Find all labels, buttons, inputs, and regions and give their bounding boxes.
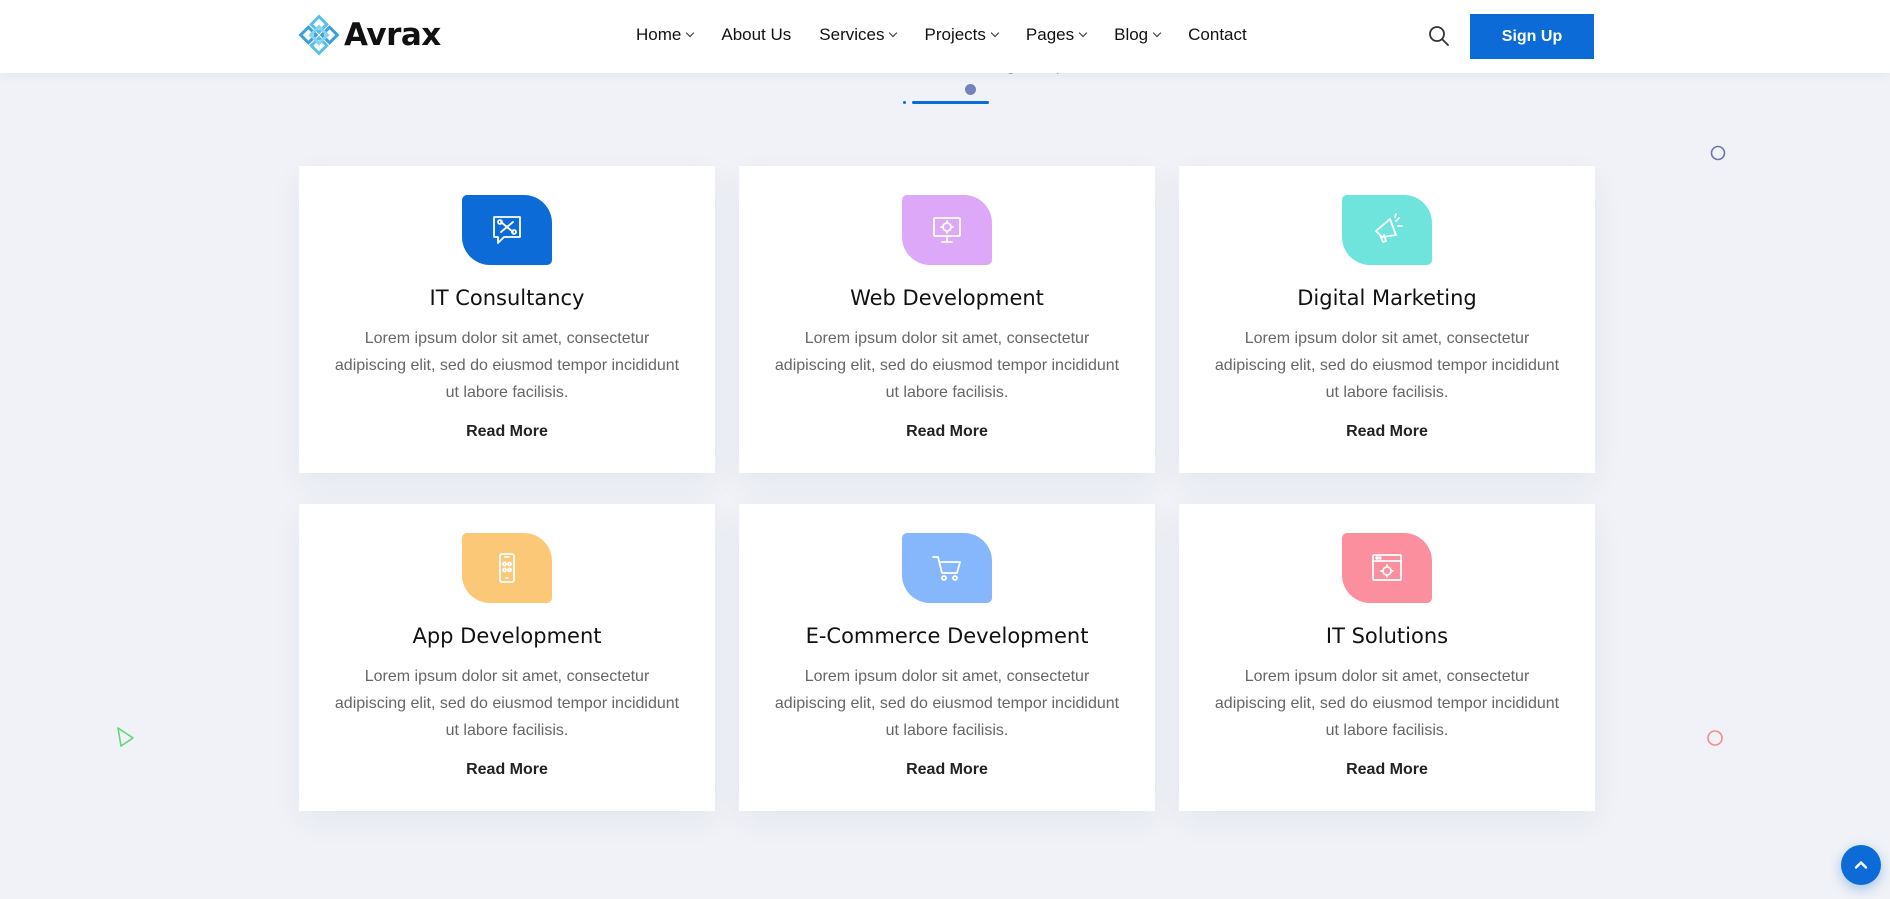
shopping-cart-icon: [932, 556, 961, 581]
browser-gear-icon: [1372, 554, 1402, 581]
nav-item-services[interactable]: Services: [819, 25, 898, 45]
circle-outline-icon: [1710, 145, 1726, 161]
card-icon-box: [902, 195, 992, 265]
monitor-gear-icon: [933, 217, 961, 243]
read-more-link[interactable]: Read More: [299, 761, 715, 779]
chevron-down-icon: [889, 28, 898, 38]
circle-outline-icon: [1707, 730, 1723, 746]
card-description: Lorem ipsum dolor sit amet, consectetur …: [334, 668, 680, 739]
nav-item-label: Projects: [924, 25, 986, 44]
card-description: Lorem ipsum dolor sit amet, consectetur …: [1214, 330, 1560, 401]
card-title: Web Development: [850, 286, 1044, 310]
card-description: Lorem ipsum dolor sit amet, consectetur …: [774, 668, 1120, 739]
card-title: Digital Marketing: [1297, 286, 1477, 310]
card-title: IT Consultancy: [429, 286, 585, 310]
read-more-link[interactable]: Read More: [299, 423, 715, 441]
divider-dot: [965, 84, 976, 95]
card-icon-box: [902, 533, 992, 603]
card-icon-box: [462, 195, 552, 265]
tools-chat-icon: [493, 216, 521, 244]
card-icon-box: [462, 533, 552, 603]
diamond-knot-icon: [298, 14, 340, 56]
chevron-down-icon: [1152, 28, 1162, 38]
back-to-top-button[interactable]: [1841, 845, 1881, 885]
service-card-digital-marketing[interactable]: Digital Marketing Lorem ipsum dolor sit …: [1179, 166, 1595, 473]
nav-item-label: Services: [819, 25, 885, 44]
chevron-down-icon: [686, 28, 695, 38]
read-more-link[interactable]: Read More: [1179, 423, 1595, 441]
site-header: Avrax Home About Us Services Projects Pa…: [0, 0, 1890, 73]
nav-item-label: About Us: [721, 25, 792, 44]
nav-item-about-us[interactable]: About Us: [721, 25, 791, 45]
card-title: IT Solutions: [1325, 624, 1449, 648]
sign-up-button[interactable]: Sign Up: [1470, 14, 1594, 59]
read-more-link[interactable]: Read More: [739, 761, 1155, 779]
read-more-link[interactable]: Read More: [739, 423, 1155, 441]
card-icon-box: [1342, 533, 1432, 603]
nav-item-projects[interactable]: Projects: [924, 25, 1000, 45]
chevron-down-icon: [990, 28, 1000, 38]
section-divider: [903, 101, 989, 104]
card-description: Lorem ipsum dolor sit amet, consectetur …: [774, 330, 1120, 401]
card-description: Lorem ipsum dolor sit amet, consectetur …: [334, 330, 680, 401]
service-card-it-solutions[interactable]: IT Solutions Lorem ipsum dolor sit amet,…: [1179, 504, 1595, 811]
nav-item-home[interactable]: Home: [636, 25, 695, 45]
megaphone-icon: [1375, 213, 1403, 243]
service-card-e-commerce-development[interactable]: E-Commerce Development Lorem ipsum dolor…: [739, 504, 1155, 811]
nav-item-label: Contact: [1188, 25, 1247, 44]
divider-dot-small: [903, 101, 906, 104]
smartphone-icon: [499, 553, 515, 583]
brand-name: Avrax: [344, 17, 441, 53]
service-card-it-consultancy[interactable]: IT Consultancy Lorem ipsum dolor sit ame…: [299, 166, 715, 473]
nav-item-label: Blog: [1114, 25, 1149, 44]
card-title: E-Commerce Development: [805, 624, 1089, 648]
read-more-link[interactable]: Read More: [1179, 761, 1595, 779]
nav-item-label: Home: [636, 25, 682, 44]
brand-logo[interactable]: Avrax: [298, 14, 441, 56]
card-description: Lorem ipsum dolor sit amet, consectetur …: [1214, 668, 1560, 739]
nav-item-contact[interactable]: Contact: [1188, 25, 1247, 45]
chevron-up-icon: [1854, 861, 1868, 869]
service-card-app-development[interactable]: App Development Lorem ipsum dolor sit am…: [299, 504, 715, 811]
triangle-outline-icon: [117, 727, 134, 747]
card-title: App Development: [412, 624, 602, 648]
card-icon-box: [1342, 195, 1432, 265]
nav-item-pages[interactable]: Pages: [1025, 25, 1088, 45]
chevron-down-icon: [1078, 28, 1088, 38]
divider-bar: [912, 101, 989, 104]
nav-item-label: Pages: [1025, 25, 1075, 44]
main-nav: Home About Us Services Projects Pages Bl…: [636, 25, 1275, 45]
service-card-web-development[interactable]: Web Development Lorem ipsum dolor sit am…: [739, 166, 1155, 473]
search-icon[interactable]: [1427, 24, 1451, 48]
nav-item-blog[interactable]: Blog: [1114, 25, 1162, 45]
